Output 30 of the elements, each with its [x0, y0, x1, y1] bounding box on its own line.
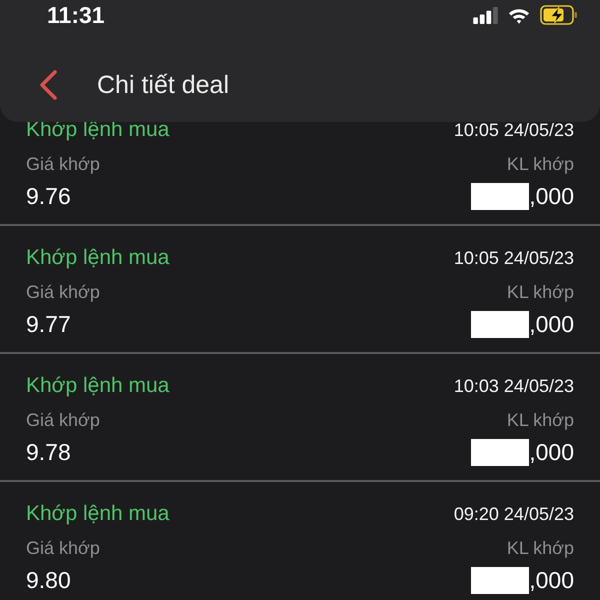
price-label: Giá khớp — [26, 281, 100, 303]
price-label: Giá khớp — [26, 537, 100, 559]
quantity-value: ,000 — [529, 439, 574, 465]
quantity-value: ,000 — [529, 311, 574, 337]
price-label: Giá khớp — [26, 153, 100, 175]
deal-type: Khớp lệnh mua — [26, 502, 170, 526]
deal-time: 10:03 24/05/23 — [454, 375, 574, 397]
deal-type: Khớp lệnh mua — [26, 246, 170, 270]
deal-type: Khớp lệnh mua — [26, 118, 170, 142]
deal-time: 09:20 24/05/23 — [454, 503, 574, 525]
screen-title: Chi tiết deal — [97, 70, 230, 100]
deal-time: 10:05 24/05/23 — [454, 247, 574, 269]
price-value: 9.78 — [26, 439, 71, 465]
quantity-label: KL khớp — [506, 153, 574, 175]
signal-icon — [473, 6, 498, 24]
quantity-label: KL khớp — [506, 281, 574, 303]
quantity-label: KL khớp — [506, 537, 574, 559]
price-label: Giá khớp — [26, 409, 100, 431]
status-time: 11:31 — [47, 2, 105, 28]
quantity-value: ,000 — [529, 183, 574, 209]
back-icon[interactable] — [38, 70, 58, 100]
price-value: 9.77 — [26, 311, 71, 337]
deal-type: Khớp lệnh mua — [26, 374, 170, 398]
quantity-label: KL khớp — [506, 409, 574, 431]
wifi-icon — [508, 6, 530, 24]
price-value: 9.76 — [26, 183, 71, 209]
price-value: 9.80 — [26, 567, 71, 593]
deal-time: 10:05 24/05/23 — [454, 119, 574, 141]
quantity-value: ,000 — [529, 567, 574, 593]
battery-charging-icon — [540, 5, 578, 25]
